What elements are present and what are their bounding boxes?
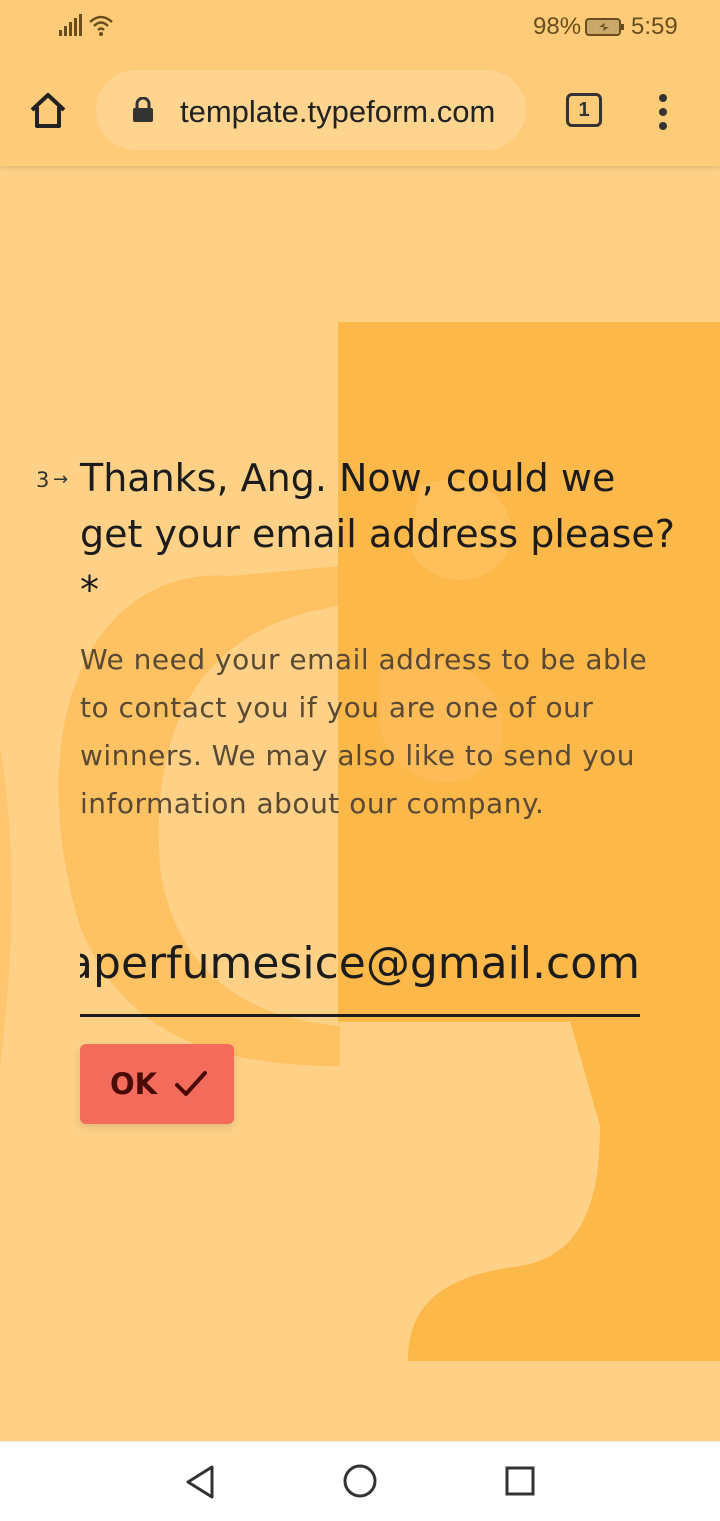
checkmark-icon <box>174 1068 208 1103</box>
tab-count: 1 <box>566 93 602 127</box>
email-field[interactable] <box>80 938 640 989</box>
home-circle-icon[interactable] <box>342 1463 378 1504</box>
url-text: template.typeform.com <box>180 94 496 129</box>
arrow-right-icon: → <box>53 469 69 490</box>
battery-icon <box>585 17 625 42</box>
home-icon[interactable] <box>26 88 70 132</box>
tabs-icon[interactable]: 1 <box>566 93 602 127</box>
question-description: We need your email address to be able to… <box>80 643 648 820</box>
more-vert-icon[interactable] <box>650 92 676 132</box>
battery-percent: 98% <box>533 13 582 40</box>
question-title: Thanks, Ang. Now, could we get your emai… <box>80 456 675 612</box>
navigation-bar <box>0 1441 720 1521</box>
wifi-icon <box>88 14 114 43</box>
question-number: 3 <box>36 468 50 492</box>
status-bar: 98% 5:59 <box>0 0 720 56</box>
lock-icon <box>132 96 154 128</box>
clock-time: 5:59 <box>631 13 678 40</box>
signal-icon <box>58 14 82 41</box>
browser-toolbar: template.typeform.com 1 <box>0 56 720 166</box>
back-icon[interactable] <box>184 1464 216 1505</box>
ok-button-label: OK <box>110 1067 158 1101</box>
recent-apps-icon[interactable] <box>505 1466 535 1501</box>
ok-button[interactable]: OK <box>80 1044 234 1124</box>
email-field-container <box>80 934 640 1017</box>
address-bar[interactable]: template.typeform.com <box>96 70 526 150</box>
